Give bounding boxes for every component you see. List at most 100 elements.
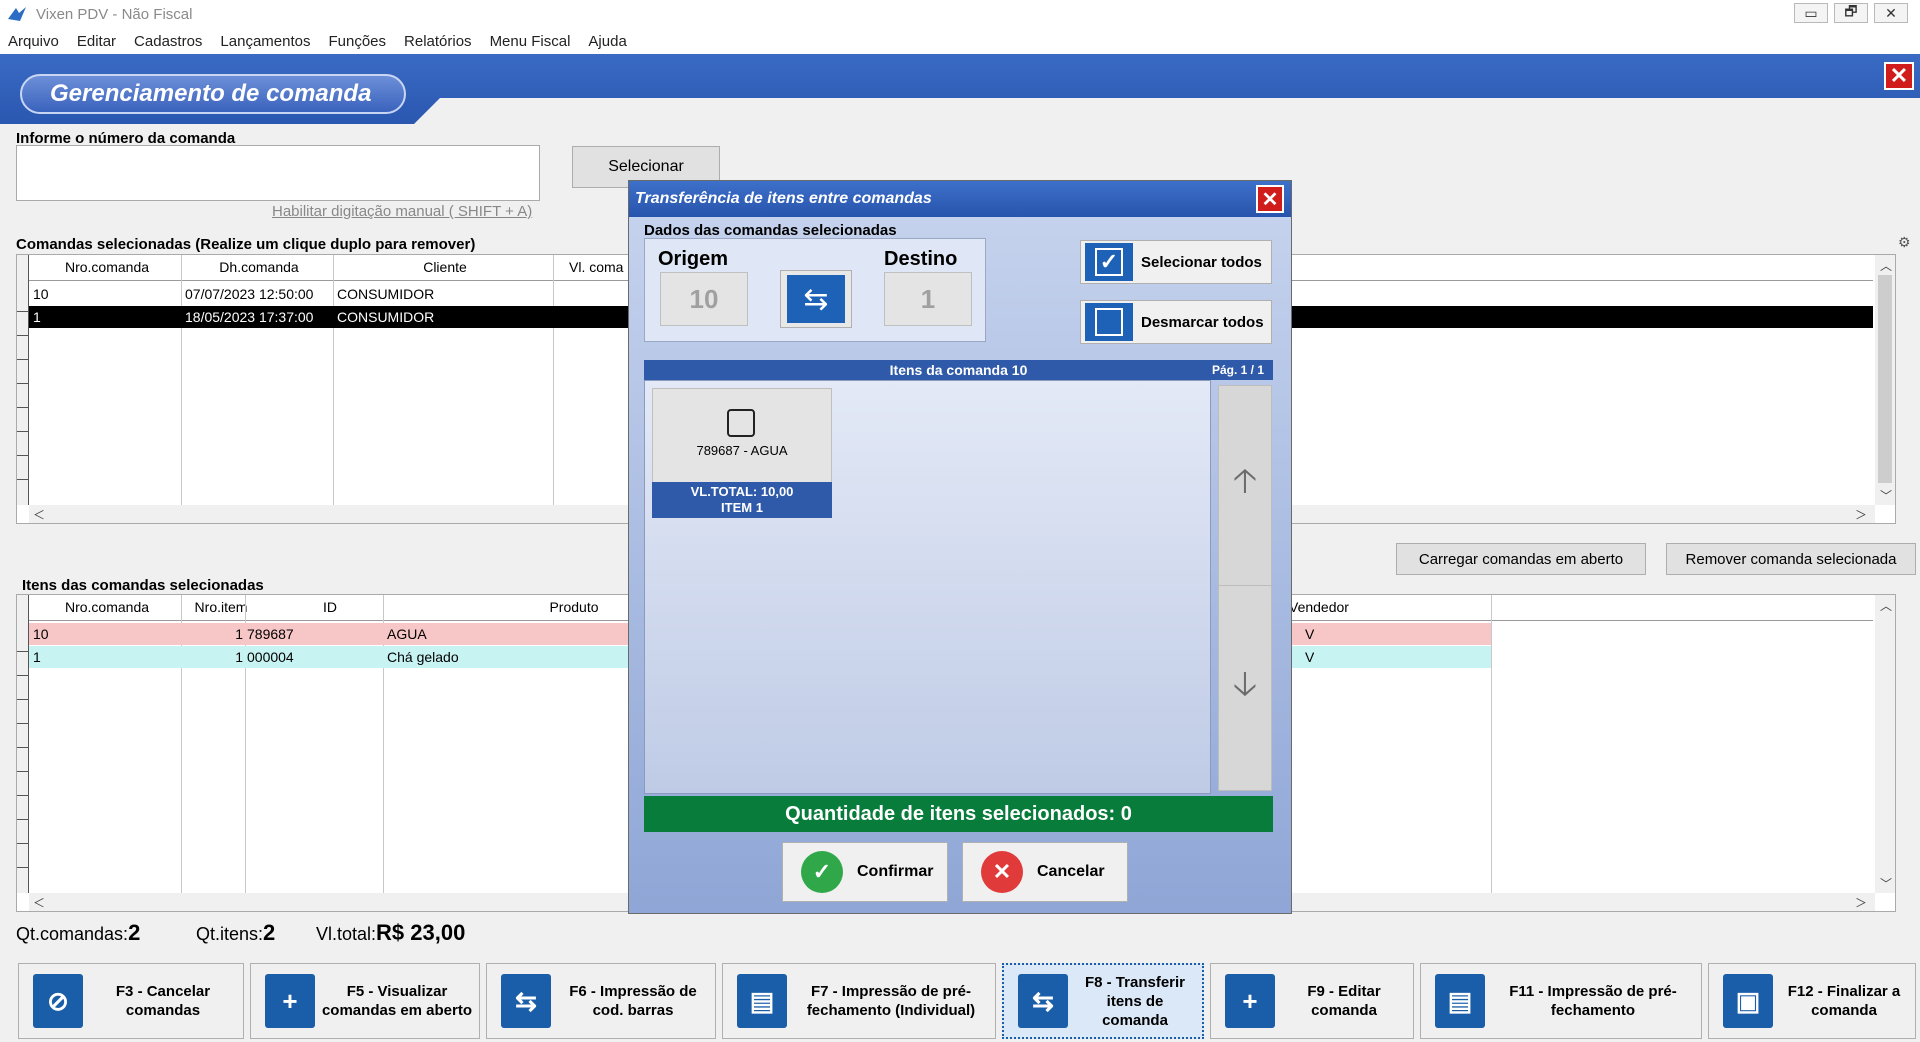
destino-label: Destino [884,248,958,270]
item-total: VL.TOTAL: 10,00 [690,484,794,499]
comanda-number-input[interactable] [16,145,540,201]
cell-id: 789687 [247,626,294,642]
scroll-down-icon[interactable]: ﹀ [1880,875,1892,892]
close-window-button[interactable]: ✕ [1874,3,1908,23]
cell-nro-comanda: 10 [33,286,49,302]
scroll-down-icon[interactable]: ﹀ [1880,487,1892,504]
menu-arquivo[interactable]: Arquivo [8,33,59,50]
menu-cadastros[interactable]: Cadastros [134,33,202,50]
vertical-scrollbar[interactable]: ︿ ﹀ [1875,595,1895,893]
f12-finish-comanda-button[interactable]: ▣ F12 - Finalizar a comanda [1708,963,1916,1039]
f12-label: F12 - Finalizar a comanda [1787,983,1901,1019]
items-header: Itens da comanda 10 Pág. 1 / 1 [644,360,1273,380]
item-card-footer: VL.TOTAL: 10,00 ITEM 1 [652,482,832,518]
title-bar: Vixen PDV - Não Fiscal ▭ 🗗 ✕ [0,0,1920,28]
deselect-all-button[interactable]: Desmarcar todos [1080,300,1272,344]
scroll-right-icon[interactable]: ＞ [1855,506,1867,523]
document-edit-icon: + [1225,974,1275,1028]
pagination-area: 🡡 🡣 [1218,385,1272,791]
page-up-button[interactable]: 🡡 [1219,386,1271,586]
dialog-group-label: Dados das comandas selecionadas [644,222,897,239]
grid-settings-icon[interactable]: ⚙ [1898,234,1911,251]
col-nro-comanda[interactable]: Nro.comanda [31,599,183,615]
close-screen-button[interactable]: ✕ [1884,62,1914,90]
swap-comandas-button[interactable]: ⇆ [780,270,852,328]
cell-cliente: CONSUMIDOR [337,309,435,325]
printer-transfer-icon: ⇆ [1018,974,1068,1028]
minimize-button[interactable]: ▭ [1794,3,1828,23]
cell-produto: AGUA [387,626,427,642]
scroll-up-icon[interactable]: ︿ [1880,597,1892,614]
f9-edit-comanda-button[interactable]: + F9 - Editar comanda [1210,963,1414,1039]
vertical-scrollbar[interactable]: ︿ ﹀ [1875,255,1895,505]
menu-editar[interactable]: Editar [77,33,116,50]
row-indicator [17,595,29,893]
scroll-thumb[interactable] [1878,275,1892,483]
item-number: ITEM 1 [721,500,763,515]
confirm-label: Confirmar [857,863,934,880]
select-all-button[interactable]: ✓ Selecionar todos [1080,240,1272,284]
page-down-button[interactable]: 🡣 [1219,586,1271,790]
f5-view-open-comandas-button[interactable]: + F5 - Visualizar comandas em aberto [250,963,480,1039]
confirm-button[interactable]: ✓ Confirmar [782,842,948,902]
item-name: 789687 - AGUA [696,443,788,458]
document-cancel-icon: ⊘ [33,974,83,1028]
col-dh-comanda[interactable]: Dh.comanda [183,259,335,275]
f3-cancel-comandas-button[interactable]: ⊘ F3 - Cancelar comandas [18,963,244,1039]
page-title: Gerenciamento de comanda [20,74,406,114]
row-indicator [17,255,29,505]
document-finish-icon: ▣ [1723,974,1773,1028]
item-checkbox[interactable] [727,409,755,437]
cell-nro-comanda: 10 [33,626,49,642]
scroll-left-icon[interactable]: ＜ [33,506,45,523]
f7-label: F7 - Impressão de pré-fechamento (Indivi… [806,983,976,1019]
scroll-right-icon[interactable]: ＞ [1855,894,1867,911]
origem-label: Origem [658,248,729,270]
cell-cliente: CONSUMIDOR [337,286,435,302]
f6-print-barcode-button[interactable]: ⇆ F6 - Impressão de cod. barras [486,963,716,1039]
banner-cut [440,98,1920,128]
cell-nro-item: 1 [235,626,243,642]
cancel-label: Cancelar [1037,863,1105,880]
manual-typing-link[interactable]: Habilitar digitação manual ( SHIFT + A) [272,203,532,220]
vl-total-label: Vl.total: [316,924,377,944]
col-vendedor[interactable]: Vendedor [1289,599,1429,615]
cell-id: 000004 [247,649,294,665]
col-cliente[interactable]: Cliente [335,259,555,275]
dialog-close-button[interactable]: ✕ [1256,185,1284,213]
menu-fiscal[interactable]: Menu Fiscal [490,33,571,50]
arrow-down-icon: 🡣 [1232,664,1258,703]
status-vl-total: Vl.total:R$ 23,00 [316,920,465,946]
banner-slope [410,98,440,128]
remove-selected-comanda-button[interactable]: Remover comanda selecionada [1666,543,1916,575]
status-qt-comandas: Qt.comandas:2 [16,920,140,946]
scroll-left-icon[interactable]: ＜ [33,894,45,911]
cell-dh-comanda: 07/07/2023 12:50:00 [185,286,314,302]
check-circle-icon: ✓ [801,851,843,893]
selected-qty-bar: Quantidade de itens selecionados: 0 [644,796,1273,832]
restore-button[interactable]: 🗗 [1834,3,1868,23]
cell-nro-comanda: 1 [33,649,41,665]
f11-print-prefechamento-button[interactable]: ▤ F11 - Impressão de pré-fechamento [1420,963,1702,1039]
menu-bar: Arquivo Editar Cadastros Lançamentos Fun… [0,28,1920,54]
page-indicator: Pág. 1 / 1 [1212,363,1265,377]
scroll-up-icon[interactable]: ︿ [1880,257,1892,274]
vl-total-value: R$ 23,00 [376,920,466,945]
destino-value: 1 [884,272,972,326]
menu-relatorios[interactable]: Relatórios [404,33,472,50]
cell-vendedor: V [1305,649,1315,665]
load-open-comandas-button[interactable]: Carregar comandas em aberto [1396,543,1646,575]
col-id[interactable]: ID [261,599,399,615]
f5-label: F5 - Visualizar comandas em aberto [321,983,473,1019]
origem-value: 10 [660,272,748,326]
menu-ajuda[interactable]: Ajuda [588,33,626,50]
status-qt-itens: Qt.itens:2 [196,920,275,946]
col-nro-item[interactable]: Nro.item [183,599,259,615]
f7-print-prefechamento-individual-button[interactable]: ▤ F7 - Impressão de pré-fechamento (Indiv… [722,963,996,1039]
menu-funcoes[interactable]: Funções [328,33,386,50]
cancel-button[interactable]: ✕ Cancelar [962,842,1128,902]
f8-transfer-items-button[interactable]: ⇆ F8 - Transferir itens de comanda [1002,963,1204,1039]
col-nro-comanda[interactable]: Nro.comanda [31,259,183,275]
comandas-label: Comandas selecionadas (Realize um clique… [16,236,476,253]
menu-lancamentos[interactable]: Lançamentos [220,33,310,50]
